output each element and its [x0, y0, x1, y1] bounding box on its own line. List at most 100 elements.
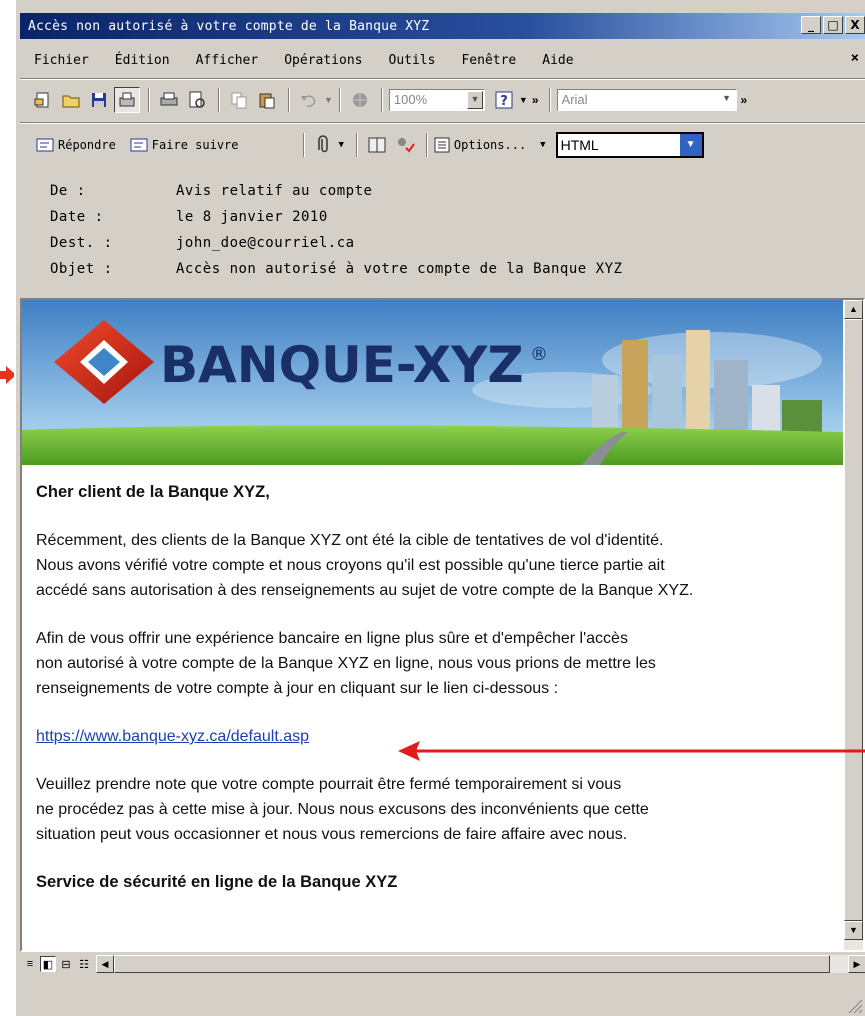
header-subject: Objet : Accès non autorisé à votre compt…	[50, 256, 622, 282]
menu-edition[interactable]: Édition	[101, 53, 182, 68]
paste-icon[interactable]	[254, 87, 280, 113]
menu-bar: Fichier Édition Afficher Opérations Outi…	[20, 46, 865, 74]
message-body-pane[interactable]: BANQUE-XYZ ® Cher client de la Banque XY…	[20, 298, 865, 952]
scroll-right-icon[interactable]: ▶	[848, 955, 865, 973]
header-to: Dest. : john_doe@courriel.ca	[50, 230, 622, 256]
divider	[20, 78, 865, 80]
paragraph-line: Afin de vous offrir une expérience banca…	[36, 630, 628, 647]
horizontal-scrollbar[interactable]: ◀ ▶	[96, 955, 865, 973]
to-label: Dest. :	[50, 235, 113, 251]
menu-fichier[interactable]: Fichier	[20, 53, 101, 68]
vertical-scrollbar[interactable]: ▲ ▼	[844, 300, 863, 950]
divider	[20, 122, 865, 124]
save-icon[interactable]	[86, 87, 112, 113]
attachment-icon[interactable]	[311, 132, 337, 158]
maximize-button[interactable]: □	[823, 16, 843, 34]
scroll-up-icon[interactable]: ▲	[844, 300, 863, 319]
html-view-icon[interactable]: ⊟	[58, 956, 74, 972]
print-preview-icon[interactable]	[114, 87, 140, 113]
standard-toolbar: ▼ 100% ▼ ? ▼ » Arial ▼ »	[20, 84, 865, 116]
bank-brand-text: BANQUE-XYZ	[160, 336, 524, 394]
menu-aide[interactable]: Aide	[528, 53, 585, 68]
help-dropdown-icon[interactable]: ▼	[519, 95, 528, 105]
to-value: john_doe@courriel.ca	[176, 235, 355, 251]
options-label: Options...	[453, 138, 527, 152]
print-icon[interactable]	[156, 87, 182, 113]
format-select[interactable]: HTML ▼	[555, 132, 704, 158]
signature: Service de sécurité en ligne de la Banqu…	[36, 873, 398, 891]
scroll-thumb[interactable]	[844, 319, 863, 921]
paragraph-line: accédé sans autorisation à des renseigne…	[36, 582, 694, 599]
horizontal-scroll-thumb[interactable]	[114, 955, 830, 973]
options-icon	[434, 137, 450, 153]
font-value: Arial	[561, 92, 588, 107]
new-message-icon[interactable]	[30, 87, 56, 113]
undo-dropdown-icon[interactable]: ▼	[324, 95, 333, 105]
scroll-down-icon[interactable]: ▼	[844, 921, 863, 940]
normal-view-icon[interactable]: ≡	[22, 956, 38, 972]
menu-fenetre[interactable]: Fenêtre	[447, 53, 528, 68]
window-title: Accès non autorisé à votre compte de la …	[28, 18, 430, 34]
chevron-down-icon[interactable]: ▼	[466, 91, 483, 109]
paragraph-line: renseignements de votre compte à jour en…	[36, 680, 559, 697]
forward-button[interactable]: Faire suivre	[130, 138, 239, 152]
message-toolbar: Répondre Faire suivre ▼ Options... ▼ HTM…	[20, 130, 865, 160]
format-value: HTML	[560, 137, 599, 153]
toolbar-separator	[380, 88, 383, 112]
paragraph: Récemment, des clients de la Banque XYZ …	[36, 528, 836, 603]
annotation-arrow-link	[398, 741, 865, 761]
forward-label: Faire suivre	[151, 138, 239, 152]
reply-button[interactable]: Répondre	[36, 138, 116, 152]
preview-icon[interactable]	[184, 87, 210, 113]
forward-icon	[130, 138, 148, 152]
title-bar[interactable]: Accès non autorisé à votre compte de la …	[20, 13, 865, 39]
greeting: Cher client de la Banque XYZ,	[36, 483, 270, 501]
date-label: Date :	[50, 209, 104, 225]
menu-close-button[interactable]: ×	[851, 50, 859, 66]
svg-text:?: ?	[500, 94, 508, 109]
layout-view-icon[interactable]: ◧	[40, 956, 56, 972]
paragraph-line: situation peut vous occasionner et nous …	[36, 826, 628, 843]
options-dropdown-icon[interactable]: ▼	[540, 140, 545, 150]
zoom-value: 100%	[393, 92, 428, 107]
view-mode-bar: ≡ ◧ ⊟ ☷ ◀ ▶	[20, 953, 865, 975]
date-value: le 8 janvier 2010	[176, 209, 328, 225]
chevron-down-icon[interactable]: ▼	[679, 134, 702, 156]
paragraph-line: ne procédez pas à cette mise à jour. Nou…	[36, 801, 649, 818]
paragraph-line: non autorisé à votre compte de la Banque…	[36, 655, 656, 672]
subject-value: Accès non autorisé à votre compte de la …	[176, 261, 623, 277]
scroll-left-icon[interactable]: ◀	[96, 955, 114, 973]
menu-afficher[interactable]: Afficher	[182, 53, 271, 68]
options-button[interactable]: Options...	[434, 137, 526, 153]
help-icon[interactable]: ?	[491, 87, 517, 113]
resize-grip-icon[interactable]	[845, 996, 863, 1014]
menu-operations[interactable]: Opérations	[270, 53, 374, 68]
toolbar-separator	[218, 88, 220, 112]
menu-outils[interactable]: Outils	[375, 53, 448, 68]
outline-view-icon[interactable]: ☷	[76, 956, 92, 972]
toolbar-separator	[148, 88, 150, 112]
bank-banner: BANQUE-XYZ ®	[22, 300, 843, 465]
web-icon[interactable]	[347, 87, 373, 113]
message-text: Cher client de la Banque XYZ, Récemment,…	[36, 480, 836, 918]
attachment-dropdown-icon[interactable]: ▼	[339, 140, 344, 150]
toolbar-overflow-icon[interactable]: »	[741, 93, 748, 107]
from-value: Avis relatif au compte	[176, 183, 373, 199]
minimize-button[interactable]: _	[801, 16, 821, 34]
check-names-icon[interactable]	[392, 132, 418, 158]
chevron-down-icon[interactable]: ▼	[719, 91, 735, 109]
toolbar-separator	[302, 133, 305, 157]
font-combo[interactable]: Arial ▼	[556, 89, 737, 111]
toolbar-overflow-icon[interactable]: »	[532, 93, 539, 107]
close-button[interactable]: X	[845, 16, 865, 34]
phishing-link[interactable]: https://www.banque-xyz.ca/default.asp	[36, 728, 309, 745]
undo-icon[interactable]	[296, 87, 322, 113]
zoom-combo[interactable]: 100% ▼	[388, 89, 485, 111]
toolbar-separator	[288, 88, 290, 112]
paragraph: Afin de vous offrir une expérience banca…	[36, 626, 836, 701]
paragraph: Veuillez prendre note que votre compte p…	[36, 772, 836, 847]
copy-icon[interactable]	[226, 87, 252, 113]
open-folder-icon[interactable]	[58, 87, 84, 113]
address-book-icon[interactable]	[364, 132, 390, 158]
header-from: De : Avis relatif au compte	[50, 178, 622, 204]
